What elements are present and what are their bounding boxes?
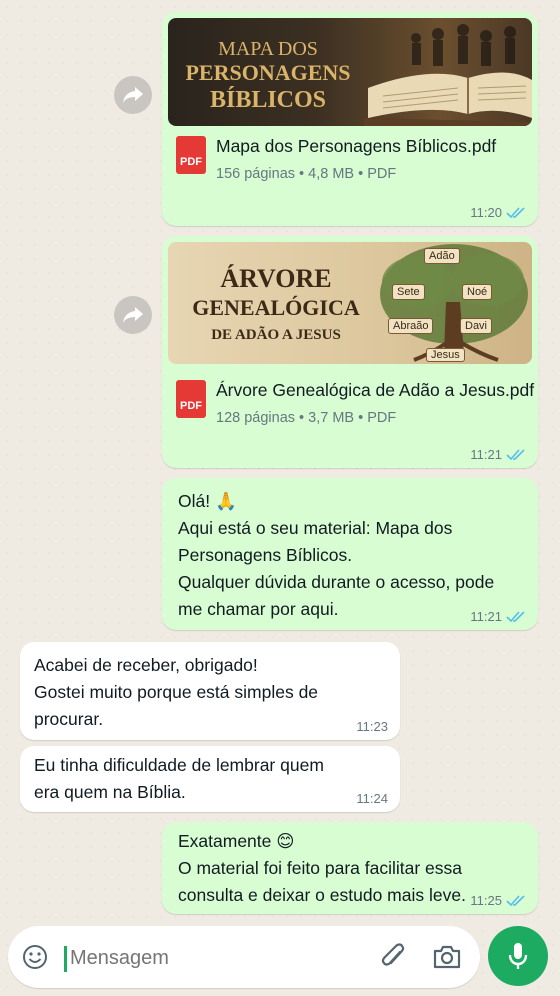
message-line: consulta e deixar o estudo mais leve. — [178, 885, 466, 905]
message-line: era quem na Bíblia. — [34, 782, 186, 802]
message-line: Eu tinha dificuldade de lembrar quem — [34, 755, 324, 775]
message-time: 11:21 — [470, 609, 526, 624]
time-label: 11:23 — [356, 719, 388, 734]
voice-record-button[interactable] — [488, 926, 548, 986]
document-meta: 128 páginas • 3,7 MB • PDF — [216, 410, 397, 426]
tree-label: Noé — [462, 284, 493, 300]
message-line: O material foi feito para facilitar essa — [178, 858, 463, 878]
text-cursor — [64, 946, 67, 972]
forward-button[interactable] — [114, 296, 152, 334]
message-line: Personagens Bíblicos. — [178, 545, 353, 565]
message-composer — [8, 926, 480, 988]
message-time: 11:23 — [356, 719, 388, 734]
tree-label: Abraão — [388, 318, 434, 334]
document-thumbnail-1[interactable]: MAPA DOS PERSONAGENS BÍBLICOS — [168, 18, 532, 126]
document-info[interactable]: PDF Árvore Genealógica de Adão a Jesus.p… — [176, 380, 534, 436]
camera-button[interactable] — [432, 944, 462, 970]
thumbnail-title: MAPA DOS PERSONAGENS BÍBLICOS — [178, 38, 358, 114]
message-line: Exatamente 😊 — [178, 831, 295, 851]
message-line: Qualquer dúvida durante o acesso, pode — [178, 572, 495, 592]
microphone-icon — [508, 943, 528, 969]
pdf-file-icon: PDF — [176, 136, 206, 174]
message-line: me chamar por aqui. — [178, 599, 339, 619]
time-label: 11:25 — [470, 893, 502, 908]
message-input[interactable] — [68, 940, 362, 976]
double-check-icon — [506, 206, 525, 218]
message-line: Aqui está o seu material: Mapa dos — [178, 518, 453, 538]
message-time: 11:25 — [470, 893, 526, 908]
message-line: Olá! 🙏 — [178, 491, 237, 511]
thumbnail-title-line: DE ADÃO A JESUS — [211, 327, 341, 343]
message-text: Acabei de receber, obrigado! Gostei muit… — [34, 652, 318, 733]
text-message-5[interactable]: Eu tinha dificuldade de lembrar quem era… — [20, 746, 400, 812]
forward-button[interactable] — [114, 76, 152, 114]
tree-label: Sete — [392, 284, 425, 300]
camera-icon — [433, 945, 461, 969]
document-info[interactable]: PDF Mapa dos Personagens Bíblicos.pdf 15… — [176, 136, 528, 192]
thumbnail-title-line: ÁRVORE — [220, 264, 332, 293]
thumbnail-title-line: PERSONAGENS — [185, 60, 351, 85]
message-text: Olá! 🙏 Aqui está o seu material: Mapa do… — [178, 488, 494, 623]
time-label: 11:24 — [356, 791, 388, 806]
text-message-4[interactable]: Acabei de receber, obrigado! Gostei muit… — [20, 642, 400, 740]
thumbnail-title-line: GENEALÓGICA — [192, 295, 360, 320]
document-message-1[interactable]: MAPA DOS PERSONAGENS BÍBLICOS PDF Mapa d… — [162, 12, 538, 226]
thumbnail-title: ÁRVORE GENEALÓGICA DE ADÃO A JESUS — [178, 264, 374, 348]
document-message-2[interactable]: ÁRVORE GENEALÓGICA DE ADÃO A JESUS Adão … — [162, 236, 538, 468]
double-check-icon — [506, 894, 525, 906]
message-time: 11:24 — [356, 791, 388, 806]
emoji-icon — [23, 945, 47, 969]
message-line: Acabei de receber, obrigado! — [34, 655, 258, 675]
document-name: Mapa dos Personagens Bíblicos.pdf — [216, 136, 497, 156]
attach-button[interactable] — [380, 942, 408, 972]
paperclip-icon — [381, 943, 405, 966]
time-label: 11:21 — [470, 447, 502, 462]
text-message-3[interactable]: Olá! 🙏 Aqui está o seu material: Mapa do… — [162, 478, 538, 630]
forward-arrow-icon — [123, 307, 143, 323]
time-label: 11:21 — [470, 609, 502, 624]
document-name: Árvore Genealógica de Adão a Jesus.pdf — [216, 380, 535, 400]
text-message-6[interactable]: Exatamente 😊 O material foi feito para f… — [162, 822, 538, 914]
thumbnail-title-line: BÍBLICOS — [209, 87, 327, 113]
time-label: 11:20 — [470, 205, 502, 220]
message-time: 11:21 — [470, 447, 526, 462]
message-line: Gostei muito porque está simples de — [34, 682, 319, 702]
forward-arrow-icon — [123, 87, 143, 103]
double-check-icon — [506, 610, 525, 622]
message-text: Exatamente 😊 O material foi feito para f… — [178, 828, 466, 909]
message-time: 11:20 — [470, 205, 526, 220]
thumbnail-title-line: MAPA DOS — [218, 38, 318, 60]
pdf-file-icon: PDF — [176, 380, 206, 418]
document-meta: 156 páginas • 4,8 MB • PDF — [216, 166, 397, 182]
message-line: procurar. — [34, 709, 104, 729]
tree-label: Jesus — [426, 348, 465, 362]
message-text: Eu tinha dificuldade de lembrar quem era… — [34, 752, 324, 806]
emoji-button[interactable] — [22, 944, 48, 970]
tree-label: Davi — [460, 318, 493, 334]
double-check-icon — [506, 448, 525, 460]
document-thumbnail-2[interactable]: ÁRVORE GENEALÓGICA DE ADÃO A JESUS Adão … — [168, 242, 532, 364]
tree-label: Adão — [424, 248, 460, 264]
